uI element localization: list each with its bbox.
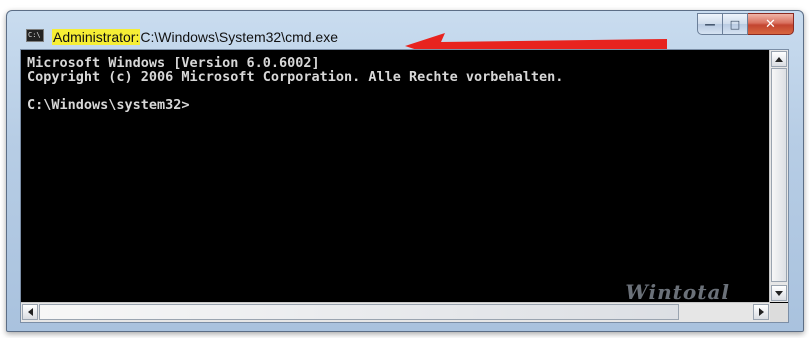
vertical-scrollbar[interactable] (769, 50, 788, 302)
title-admin-label: Administrator: (52, 29, 141, 45)
window-title: Administrator:C:\Windows\System32\cmd.ex… (52, 28, 338, 46)
maximize-button[interactable]: □ (723, 13, 748, 35)
scroll-left-button[interactable] (22, 304, 38, 320)
close-button[interactable]: ✕ (748, 13, 794, 35)
triangle-down-icon (775, 290, 783, 296)
console-output[interactable]: Microsoft Windows [Version 6.0.6002] Cop… (21, 50, 770, 302)
caption-buttons: — □ ✕ (697, 13, 794, 35)
console-icon[interactable]: C:\ (26, 29, 44, 42)
vertical-scroll-thumb[interactable] (771, 68, 787, 282)
triangle-up-icon (775, 56, 783, 62)
console-frame: Microsoft Windows [Version 6.0.6002] Cop… (20, 49, 789, 323)
title-bar[interactable]: C:\ Administrator:C:\Windows\System32\cm… (7, 11, 803, 59)
scroll-down-button[interactable] (771, 285, 787, 301)
console-line-copyright: Copyright (c) 2006 Microsoft Corporation… (27, 69, 564, 85)
scroll-right-button[interactable] (753, 304, 769, 320)
watermark-logo: Wintotal (625, 280, 730, 302)
horizontal-scrollbar[interactable] (21, 302, 770, 322)
triangle-right-icon (758, 308, 764, 316)
minimize-button[interactable]: — (697, 13, 723, 35)
console-prompt[interactable]: C:\Windows\system32> (27, 97, 190, 113)
scrollbar-corner (770, 303, 788, 322)
cmd-window: C:\ Administrator:C:\Windows\System32\cm… (6, 10, 804, 332)
triangle-left-icon (27, 308, 33, 316)
scroll-up-button[interactable] (771, 51, 787, 67)
horizontal-scroll-thumb[interactable] (39, 304, 679, 320)
title-path: C:\Windows\System32\cmd.exe (140, 29, 338, 45)
